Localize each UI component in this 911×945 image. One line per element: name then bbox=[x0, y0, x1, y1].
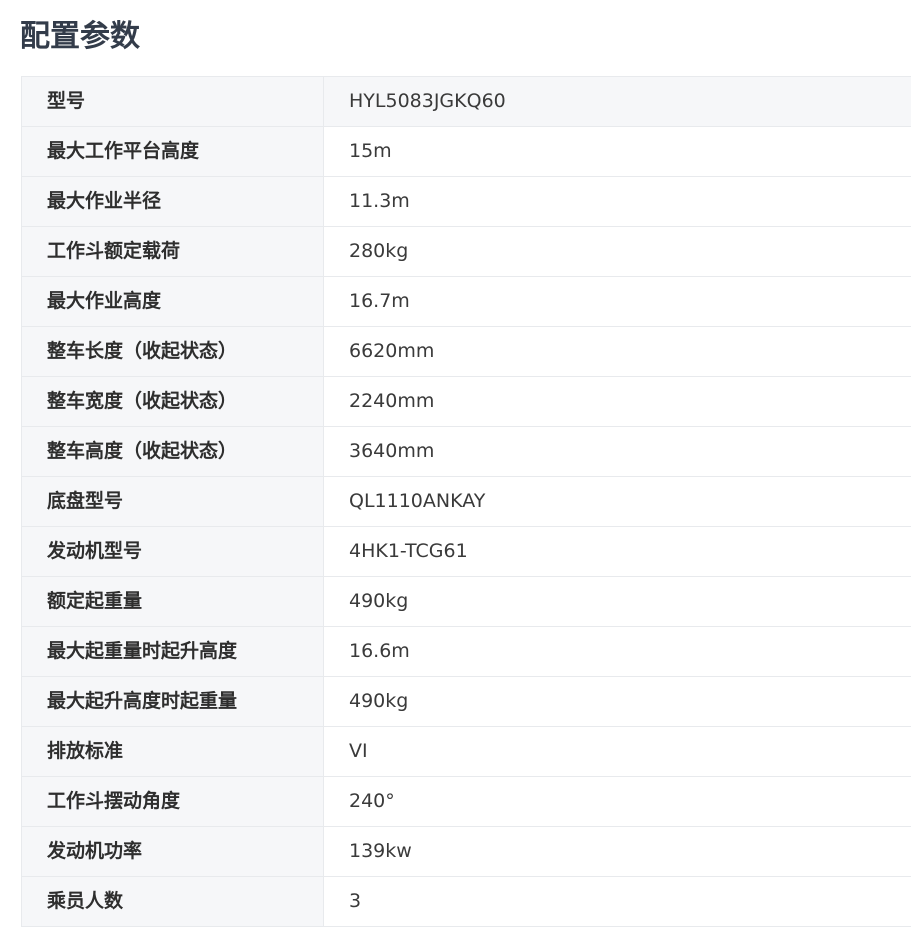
spec-value: 16.7m bbox=[323, 276, 911, 327]
spec-label: 发动机型号 bbox=[21, 526, 324, 577]
table-row: 最大起重量时起升高度 16.6m bbox=[21, 626, 911, 677]
spec-label: 整车宽度（收起状态） bbox=[21, 376, 324, 427]
table-row: 发动机型号 4HK1-TCG61 bbox=[21, 526, 911, 577]
spec-value: 490kg bbox=[323, 676, 911, 727]
table-row: 最大作业半径 11.3m bbox=[21, 176, 911, 227]
spec-value: 139kw bbox=[323, 826, 911, 877]
table-row: 整车高度（收起状态） 3640mm bbox=[21, 426, 911, 477]
spec-value: QL1110ANKAY bbox=[323, 476, 911, 527]
spec-table: 型号 HYL5083JGKQ60 最大工作平台高度 15m 最大作业半径 11.… bbox=[21, 76, 911, 927]
spec-value: HYL5083JGKQ60 bbox=[323, 76, 911, 127]
spec-value: VI bbox=[323, 726, 911, 777]
table-row: 整车长度（收起状态） 6620mm bbox=[21, 326, 911, 377]
spec-value: 490kg bbox=[323, 576, 911, 627]
table-row: 工作斗额定载荷 280kg bbox=[21, 226, 911, 277]
spec-label: 排放标准 bbox=[21, 726, 324, 777]
spec-label: 工作斗摆动角度 bbox=[21, 776, 324, 827]
spec-label: 最大工作平台高度 bbox=[21, 126, 324, 177]
spec-label: 整车高度（收起状态） bbox=[21, 426, 324, 477]
table-row: 额定起重量 490kg bbox=[21, 576, 911, 627]
spec-label: 工作斗额定载荷 bbox=[21, 226, 324, 277]
table-row: 型号 HYL5083JGKQ60 bbox=[21, 76, 911, 127]
spec-value: 15m bbox=[323, 126, 911, 177]
spec-label: 最大作业高度 bbox=[21, 276, 324, 327]
page-title: 配置参数 bbox=[20, 19, 140, 54]
spec-value: 280kg bbox=[323, 226, 911, 277]
table-row: 排放标准 VI bbox=[21, 726, 911, 777]
spec-label: 底盘型号 bbox=[21, 476, 324, 527]
table-row: 底盘型号 QL1110ANKAY bbox=[21, 476, 911, 527]
spec-table-body: 型号 HYL5083JGKQ60 最大工作平台高度 15m 最大作业半径 11.… bbox=[21, 76, 911, 927]
spec-label: 发动机功率 bbox=[21, 826, 324, 877]
table-row: 发动机功率 139kw bbox=[21, 826, 911, 877]
spec-label: 最大起重量时起升高度 bbox=[21, 626, 324, 677]
spec-value: 3640mm bbox=[323, 426, 911, 477]
spec-value: 16.6m bbox=[323, 626, 911, 677]
table-row: 乘员人数 3 bbox=[21, 876, 911, 927]
spec-label: 最大作业半径 bbox=[21, 176, 324, 227]
table-row: 整车宽度（收起状态） 2240mm bbox=[21, 376, 911, 427]
spec-label: 最大起升高度时起重量 bbox=[21, 676, 324, 727]
table-row: 最大起升高度时起重量 490kg bbox=[21, 676, 911, 727]
spec-value: 240° bbox=[323, 776, 911, 827]
table-row: 工作斗摆动角度 240° bbox=[21, 776, 911, 827]
spec-label: 额定起重量 bbox=[21, 576, 324, 627]
spec-label: 乘员人数 bbox=[21, 876, 324, 927]
spec-value: 2240mm bbox=[323, 376, 911, 427]
spec-label: 整车长度（收起状态） bbox=[21, 326, 324, 377]
spec-label: 型号 bbox=[21, 76, 324, 127]
table-row: 最大作业高度 16.7m bbox=[21, 276, 911, 327]
spec-value: 6620mm bbox=[323, 326, 911, 377]
spec-value: 4HK1-TCG61 bbox=[323, 526, 911, 577]
table-row: 最大工作平台高度 15m bbox=[21, 126, 911, 177]
spec-value: 11.3m bbox=[323, 176, 911, 227]
spec-value: 3 bbox=[323, 876, 911, 927]
